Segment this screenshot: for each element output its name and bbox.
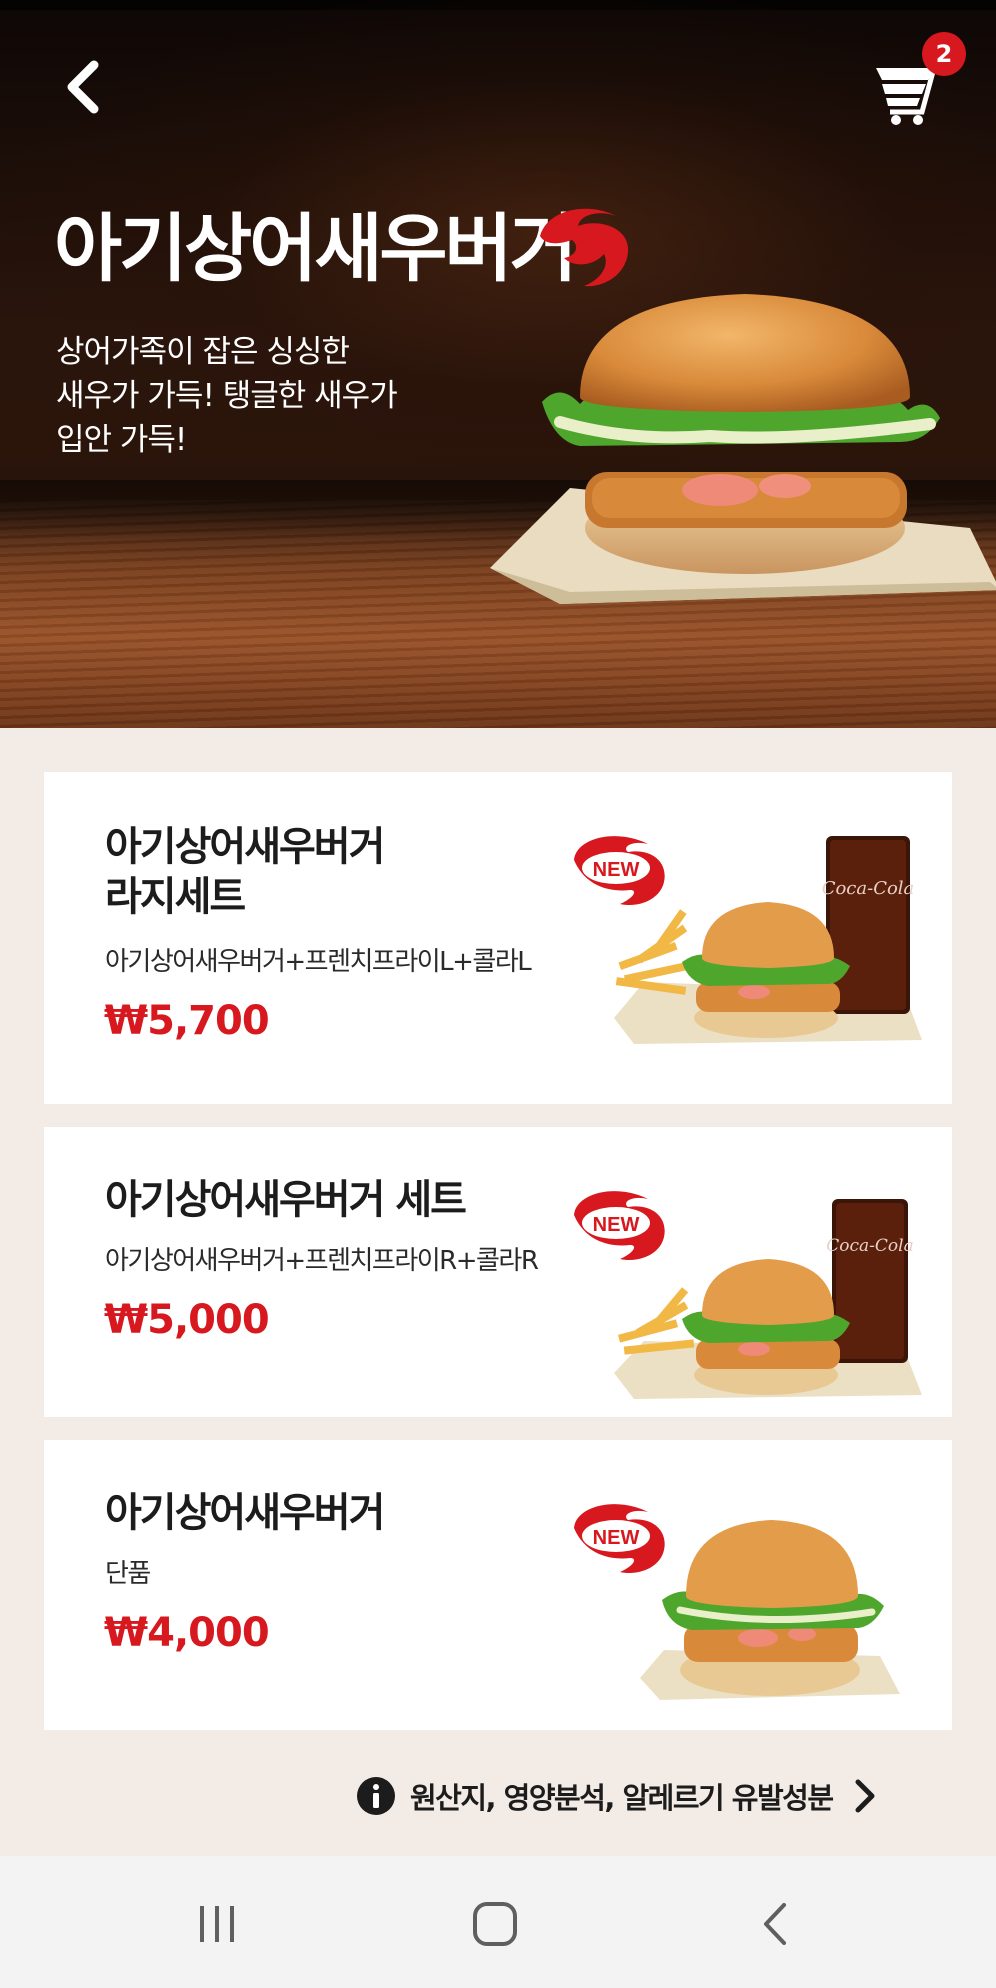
home-icon [473,1902,517,1946]
menu-item-price: ₩5,700 [104,998,270,1044]
recents-icon [200,1906,234,1942]
menu-item-description: 단품 [105,1559,151,1589]
product-detail-page: 2 아기상어새우버거 상어가족이 잡은 싱싱한 새우가 가득! 탱글한 새우가 … [0,0,996,1988]
system-navigation-bar [0,1856,996,1988]
menu-item-large-set[interactable]: 아기상어새우버거 라지세트 아기상어새우버거+프렌치프라이L+콜라L ₩5,70… [44,772,952,1104]
info-link-label: 원산지, 영양분석, 알레르기 유발성분 [410,1781,834,1815]
nutrition-allergen-info-link[interactable]: 원산지, 영양분석, 알레르기 유발성분 [356,1772,956,1820]
menu-item-single[interactable]: 아기상어새우버거 단품 ₩4,000 NEW [44,1440,952,1730]
svg-text:NEW: NEW [593,1527,640,1549]
menu-item-description: 아기상어새우버거+프렌치프라이L+콜라L [105,947,532,977]
svg-text:Coca-Cola: Coca-Cola [826,1236,913,1256]
menu-item-price: ₩5,000 [104,1297,270,1343]
menu-item-description: 아기상어새우버거+프렌치프라이R+콜라R [105,1246,539,1276]
product-description: 상어가족이 잡은 싱싱한 새우가 가득! 탱글한 새우가 입안 가득! [56,334,398,458]
hero-burger-image [490,294,996,604]
set-image: Coca-Cola [614,1199,922,1399]
menu-item-name: 아기상어새우버거 세트 [105,1177,467,1223]
menu-item-price: ₩4,000 [104,1610,270,1656]
svg-text:Coca-Cola: Coca-Cola [822,878,915,899]
back-icon [764,1903,786,1945]
chevron-left-icon [67,60,99,114]
menu-item-set[interactable]: 아기상어새우버거 세트 아기상어새우버거+프렌치프라이R+콜라R ₩5,000 … [44,1127,952,1417]
menu-item-name: 아기상어새우버거 [105,1490,385,1536]
back-nav-button[interactable] [740,1894,810,1954]
chevron-right-icon [855,1779,875,1813]
back-button[interactable] [52,52,112,122]
hero-banner: 2 아기상어새우버거 상어가족이 잡은 싱싱한 새우가 가득! 탱글한 새우가 … [0,0,996,728]
cart-count-badge: 2 [922,32,966,76]
flame-accent [540,208,629,287]
product-title: 아기상어새우버거 [54,206,578,292]
burger-image [640,1520,900,1700]
recents-button[interactable] [182,1894,252,1954]
menu-item-name: 아기상어새우버거 라지세트 [105,824,385,920]
info-icon [357,1777,395,1815]
home-button[interactable] [460,1894,530,1954]
large-set-image: Coca-Cola [614,836,922,1044]
